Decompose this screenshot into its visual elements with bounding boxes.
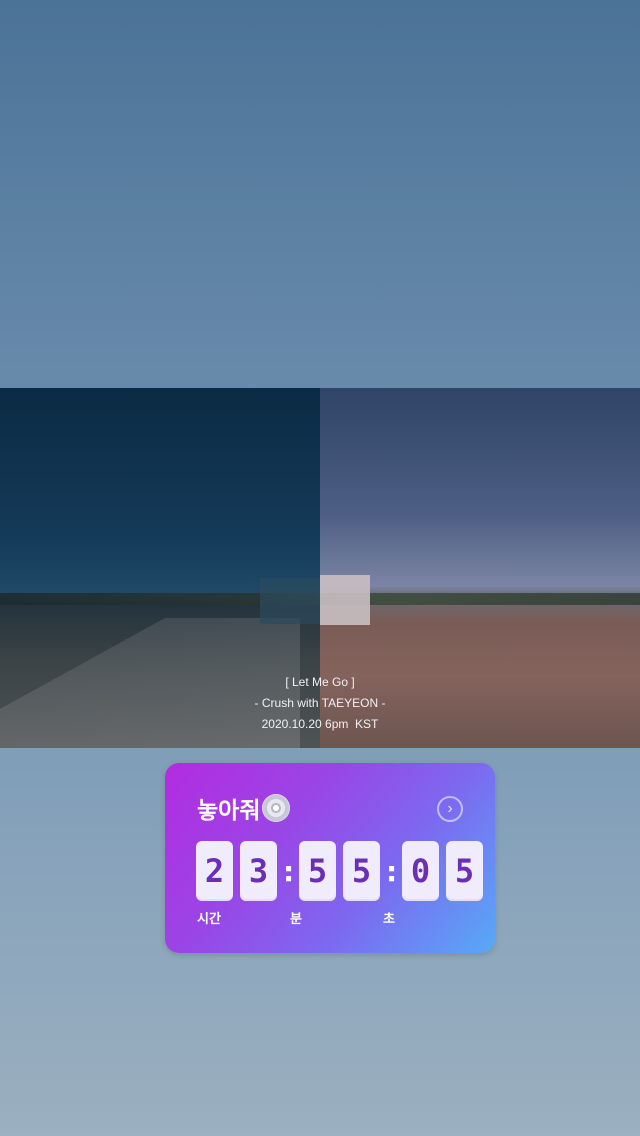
caption-line-date: 2020.10.20 6pm KST	[261, 717, 379, 731]
chevron-right-icon[interactable]: ›	[437, 796, 463, 822]
countdown-title: 놓아줘	[197, 791, 291, 825]
hours-label: 시간	[197, 912, 221, 927]
photo-white-structure	[320, 575, 370, 625]
caption-line-title: [ Let Me Go ]	[285, 675, 355, 689]
minutes-label: 분	[290, 912, 302, 927]
minutes-digit-2: 5	[343, 841, 380, 901]
seconds-digit-2: 5	[446, 841, 483, 901]
hours-digit-1: 2	[196, 841, 233, 901]
minutes-digit-1: 5	[299, 841, 336, 901]
countdown-digits: 2 3 : 5 5 : 0 5	[196, 841, 490, 901]
caption-line-artists: - Crush with TAEYEON -	[254, 696, 386, 710]
countdown-title-text: 놓아줘	[197, 798, 261, 824]
separator-colon: :	[386, 854, 398, 888]
photo-structure-shadow	[260, 578, 320, 624]
separator-colon: :	[283, 854, 295, 888]
seconds-label: 초	[383, 912, 395, 927]
countdown-sticker[interactable]: 놓아줘 › 2 3 : 5 5 : 0 5 시간 분 초	[165, 763, 495, 953]
photo-caption: [ Let Me Go ] - Crush with TAEYEON - 202…	[0, 672, 640, 735]
disc-icon	[262, 794, 291, 822]
hours-digit-2: 3	[240, 841, 277, 901]
seconds-digit-1: 0	[402, 841, 439, 901]
